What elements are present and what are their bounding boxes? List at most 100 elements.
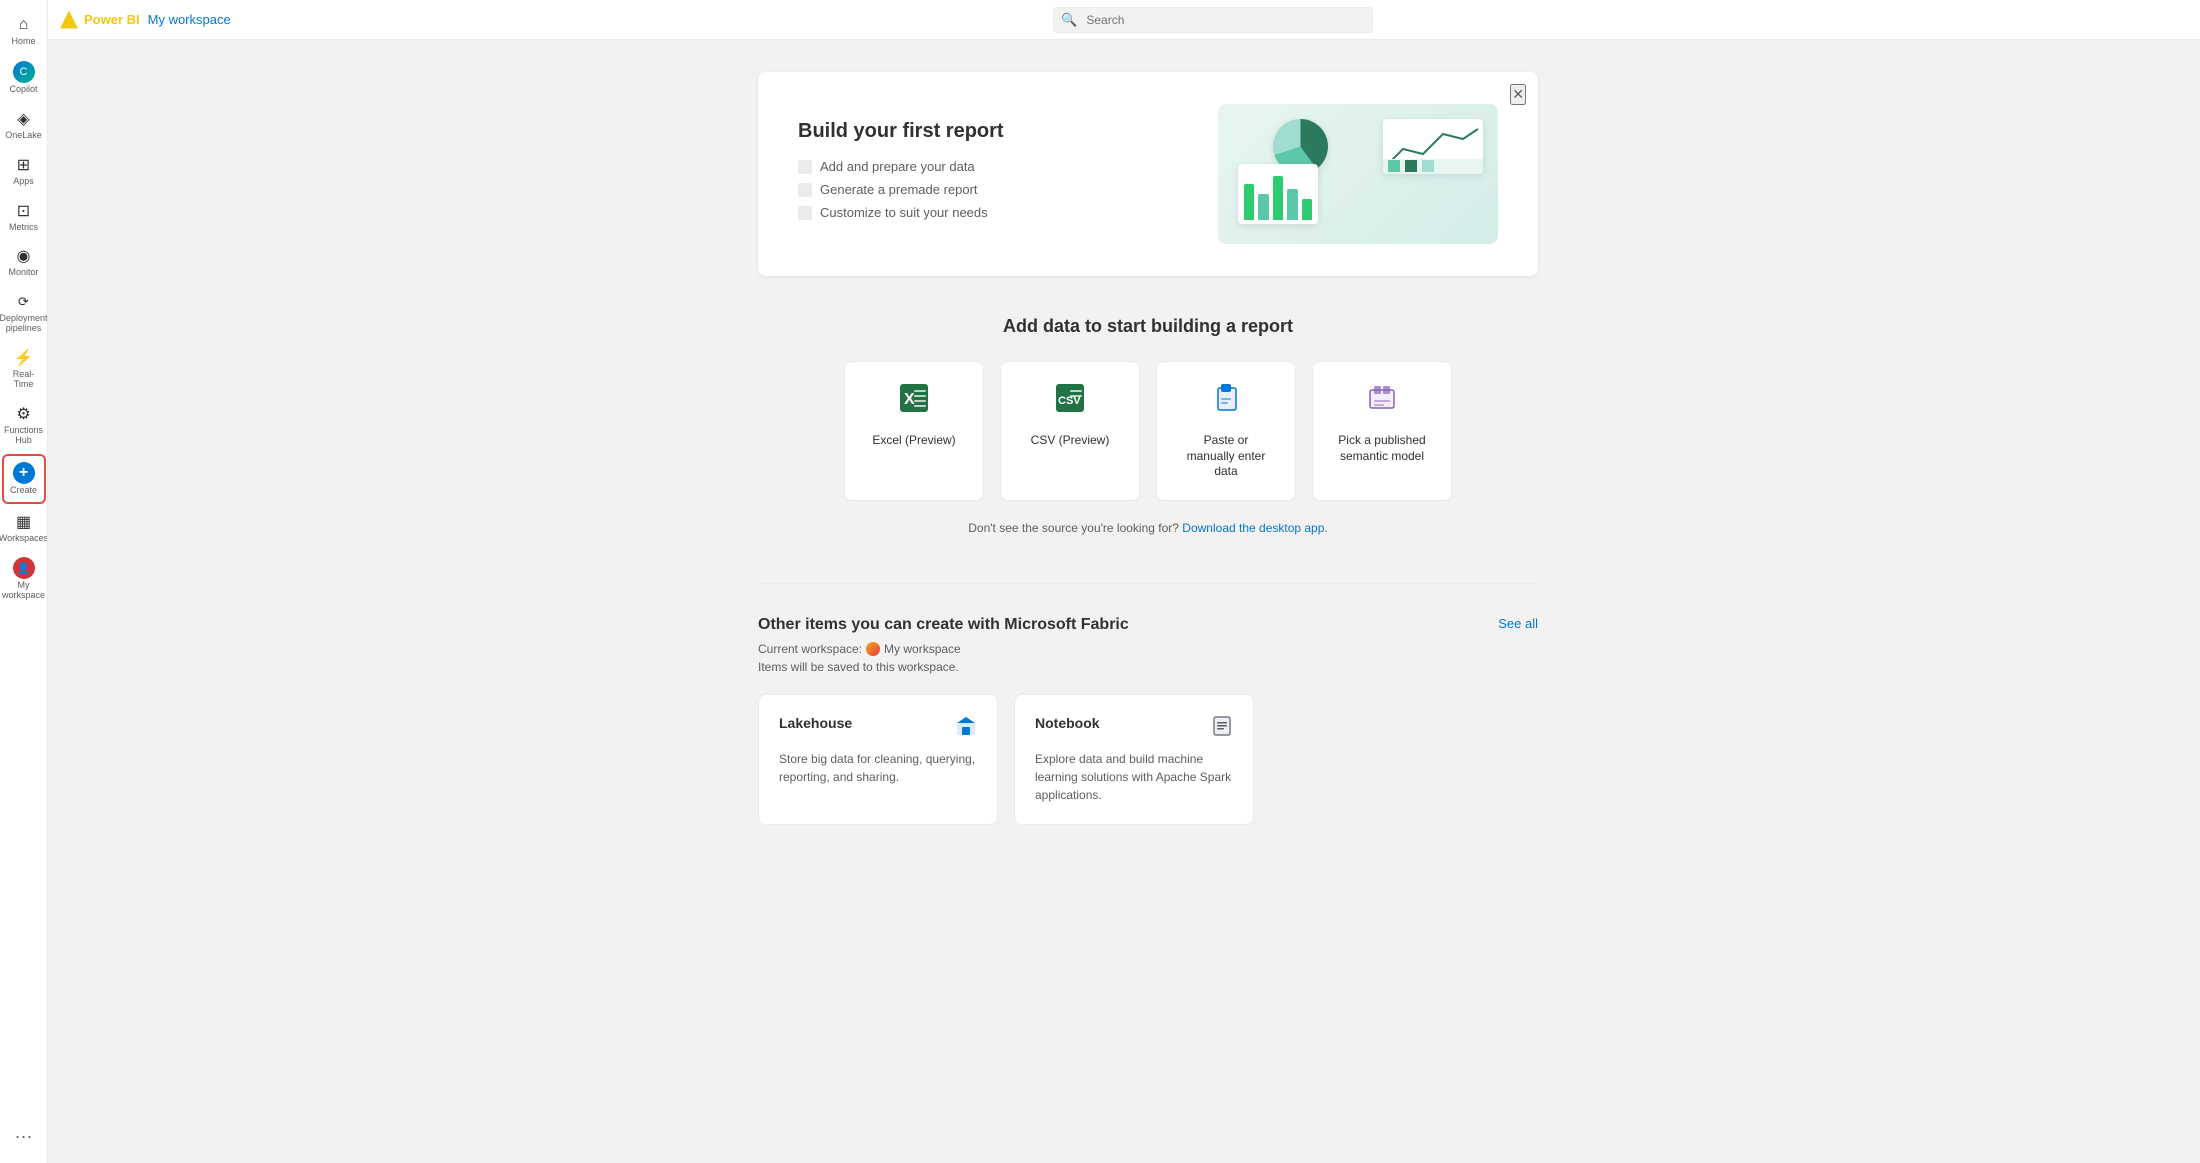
- notebook-icon: [1211, 715, 1233, 742]
- bar-4: [1287, 189, 1297, 220]
- hero-feature-1: Add and prepare your data: [798, 159, 1194, 174]
- home-icon: ⌂: [14, 15, 34, 35]
- sidebar-item-home[interactable]: ⌂ Home: [2, 9, 46, 53]
- see-all-link[interactable]: See all: [1498, 616, 1538, 631]
- hero-close-button[interactable]: ✕: [1510, 84, 1526, 105]
- download-hint: Don't see the source you're looking for?…: [136, 521, 2160, 535]
- apps-icon: ⊞: [14, 155, 34, 175]
- bar-2: [1258, 194, 1268, 220]
- powerbi-logo: [60, 11, 78, 29]
- hero-text: Build your first report Add and prepare …: [798, 120, 1194, 228]
- lakehouse-desc: Store big data for cleaning, querying, r…: [779, 750, 977, 786]
- sidebar-item-monitor[interactable]: ◉ Monitor: [2, 240, 46, 284]
- semantic-card-label: Pick a published semantic model: [1337, 433, 1427, 464]
- sidebar-item-copilot[interactable]: C Copilot: [2, 55, 46, 101]
- other-section-title: Other items you can create with Microsof…: [758, 616, 1129, 634]
- sidebar-label-monitor: Monitor: [8, 268, 38, 278]
- hero-card: ✕ Build your first report Add and prepar…: [758, 72, 1538, 276]
- fabric-cards: Lakehouse Store big data for cleaning, q…: [758, 694, 1538, 825]
- sidebar-item-functions[interactable]: ⚙ Functions Hub: [2, 398, 46, 452]
- paste-card-label: Paste or manually enter data: [1181, 433, 1271, 480]
- lakehouse-header: Lakehouse: [779, 715, 977, 742]
- brand: Power BI: [60, 11, 140, 29]
- copilot-icon: C: [13, 61, 35, 83]
- sidebar-label-onelake: OneLake: [5, 131, 42, 141]
- sidebar-item-create[interactable]: + Create: [2, 454, 46, 504]
- realtime-icon: ⚡: [14, 348, 34, 368]
- bar-3: [1273, 176, 1283, 220]
- sidebar-label-myworkspace: My workspace: [2, 581, 45, 601]
- functions-icon: ⚙: [14, 404, 34, 424]
- sidebar-label-create: Create: [10, 486, 37, 496]
- hero-features: Add and prepare your data Generate a pre…: [798, 159, 1194, 220]
- section-divider: [758, 583, 1538, 584]
- monitor-icon: ◉: [14, 246, 34, 266]
- workspace-link[interactable]: My workspace: [148, 12, 231, 27]
- svg-text:X: X: [904, 391, 915, 408]
- data-card-paste[interactable]: Paste or manually enter data: [1156, 361, 1296, 501]
- notebook-title: Notebook: [1035, 715, 1100, 731]
- sidebar-item-myworkspace[interactable]: 👤 My workspace: [2, 551, 46, 607]
- search-input[interactable]: [1053, 7, 1373, 33]
- hero-image: [1218, 104, 1498, 244]
- myworkspace-icon: 👤: [13, 557, 35, 579]
- sidebar: ⌂ Home C Copilot ◈ OneLake ⊞ Apps ⊡ Metr…: [0, 0, 48, 1163]
- sidebar-item-realtime[interactable]: ⚡ Real-Time: [2, 342, 46, 396]
- workspace-info: Current workspace: My workspace: [758, 642, 1538, 656]
- hero-feature-3: Customize to suit your needs: [798, 205, 1194, 220]
- data-card-csv[interactable]: CSV CSV (Preview): [1000, 361, 1140, 501]
- main-content: ✕ Build your first report Add and prepar…: [96, 40, 2200, 1163]
- sidebar-item-apps[interactable]: ⊞ Apps: [2, 149, 46, 193]
- paste-icon: [1210, 382, 1242, 421]
- sidebar-label-apps: Apps: [13, 177, 34, 187]
- onelake-icon: ◈: [14, 109, 34, 129]
- hero-feature-2: Generate a premade report: [798, 182, 1194, 197]
- sidebar-item-workspaces[interactable]: ▦ Workspaces: [2, 506, 46, 550]
- download-desktop-link[interactable]: Download the desktop app: [1182, 521, 1324, 535]
- create-icon: +: [13, 462, 35, 484]
- bar-1: [1244, 184, 1254, 220]
- data-card-excel[interactable]: X Excel (Preview): [844, 361, 984, 501]
- workspace-name: My workspace: [884, 642, 961, 656]
- other-section: Other items you can create with Microsof…: [758, 616, 1538, 825]
- fabric-card-notebook[interactable]: Notebook Explore data and build machine …: [1014, 694, 1254, 825]
- data-cards: X Excel (Preview) CSV CSV (Preview): [136, 361, 2160, 501]
- workspaces-icon: ▦: [14, 512, 34, 532]
- sidebar-more-dots[interactable]: ···: [15, 1118, 33, 1155]
- semantic-icon: [1366, 382, 1398, 421]
- sidebar-item-onelake[interactable]: ◈ OneLake: [2, 103, 46, 147]
- brand-name: Power BI: [84, 12, 140, 27]
- csv-card-label: CSV (Preview): [1031, 433, 1110, 449]
- notebook-desc: Explore data and build machine learning …: [1035, 750, 1233, 804]
- deployment-icon: ⟳: [14, 292, 34, 312]
- search-bar: 🔍: [1053, 7, 1373, 33]
- excel-card-label: Excel (Preview): [872, 433, 955, 449]
- other-header: Other items you can create with Microsof…: [758, 616, 1538, 634]
- lakehouse-title: Lakehouse: [779, 715, 852, 731]
- sidebar-label-workspaces: Workspaces: [0, 534, 48, 544]
- sidebar-label-copilot: Copilot: [9, 85, 37, 95]
- csv-icon: CSV: [1054, 382, 1086, 421]
- sidebar-label-deployment: Deployment pipelines: [0, 314, 48, 334]
- metrics-icon: ⊡: [14, 201, 34, 221]
- data-section-title: Add data to start building a report: [136, 316, 2160, 337]
- sidebar-label-realtime: Real-Time: [4, 370, 44, 390]
- topbar: Power BI My workspace 🔍: [48, 0, 2200, 40]
- lakehouse-icon: [955, 715, 977, 742]
- bar-5: [1302, 199, 1312, 220]
- sidebar-label-functions: Functions Hub: [4, 426, 44, 446]
- data-card-semantic[interactable]: Pick a published semantic model: [1312, 361, 1452, 501]
- sidebar-label-metrics: Metrics: [9, 223, 38, 233]
- search-icon: 🔍: [1061, 12, 1077, 28]
- bar-chart-decoration: [1238, 164, 1318, 224]
- line-chart-decoration: [1383, 119, 1483, 174]
- sidebar-item-metrics[interactable]: ⊡ Metrics: [2, 195, 46, 239]
- hero-title: Build your first report: [798, 120, 1194, 143]
- sidebar-label-home: Home: [11, 37, 35, 47]
- notebook-header: Notebook: [1035, 715, 1233, 742]
- sidebar-item-deployment[interactable]: ⟳ Deployment pipelines: [2, 286, 46, 340]
- excel-icon: X: [898, 382, 930, 421]
- workspace-badge-icon: [866, 642, 880, 656]
- fabric-card-lakehouse[interactable]: Lakehouse Store big data for cleaning, q…: [758, 694, 998, 825]
- workspace-note: Items will be saved to this workspace.: [758, 660, 1538, 674]
